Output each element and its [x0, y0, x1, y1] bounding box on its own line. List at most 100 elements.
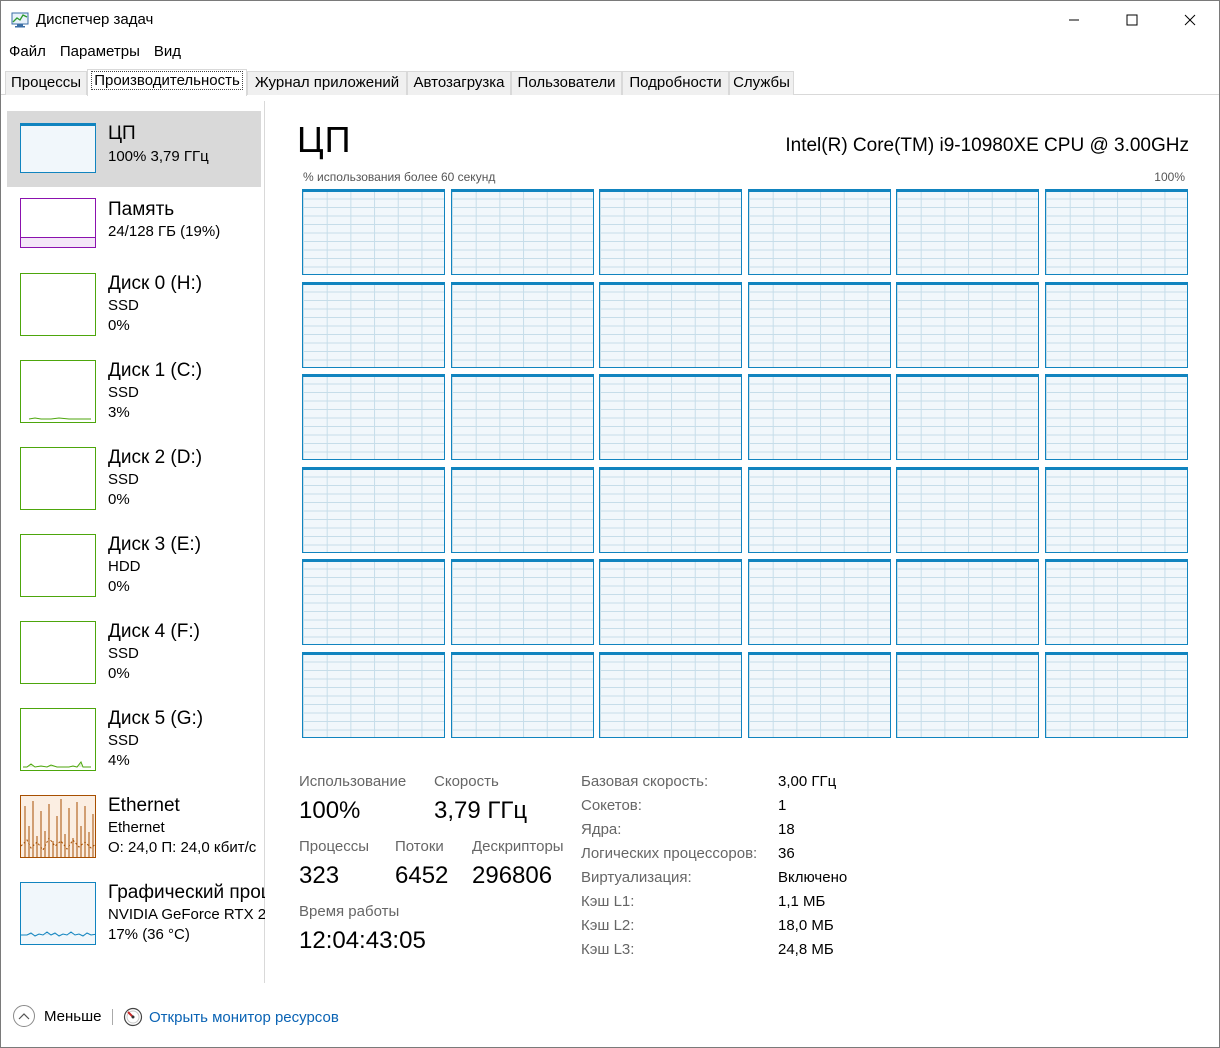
sidebar-item-type: SSD	[108, 471, 139, 488]
usage-line	[600, 190, 741, 192]
usage-value: 100%	[299, 797, 361, 824]
usage-line	[897, 375, 1038, 377]
sidebar-item-cpu[interactable]: ЦП 100% 3,79 ГГц	[7, 111, 261, 187]
usage-line	[1045, 282, 1187, 285]
ethernet-thumb	[20, 795, 96, 858]
usage-line	[897, 467, 1038, 470]
resource-monitor-label: Открыть монитор ресурсов	[149, 1008, 339, 1026]
logical-processor-graph	[302, 281, 445, 368]
threads-label: Потоки	[395, 838, 444, 855]
sidebar-item-value: 24/128 ГБ (19%)	[108, 223, 221, 240]
logical-processor-graph	[896, 559, 1039, 645]
usage-line	[748, 652, 890, 655]
resource-sidebar: ЦП 100% 3,79 ГГц Память 24/128 ГБ (19%) …	[1, 101, 265, 983]
usage-line	[303, 560, 444, 562]
tab-performance[interactable]: Производительность	[87, 69, 247, 96]
open-resource-monitor-link[interactable]: Открыть монитор ресурсов	[123, 1007, 339, 1027]
usage-line	[600, 467, 741, 470]
logical-processor-graph	[1044, 559, 1188, 645]
usage-line	[1045, 560, 1187, 562]
logical-processor-graph	[896, 189, 1039, 275]
logical-processor-graph	[599, 559, 742, 645]
logical-processor-graph	[599, 281, 742, 368]
logical-processor-graph	[450, 374, 594, 460]
sidebar-item-title: Диск 5 (G:)	[108, 708, 204, 729]
speed-value: 3,79 ГГц	[434, 797, 528, 824]
disk-thumb	[20, 621, 96, 684]
sidebar-item-disk-2[interactable]: Диск 2 (D:) SSD 0%	[7, 435, 261, 511]
sidebar-item-type: SSD	[108, 645, 139, 662]
graph-caption: % использования более 60 секунд	[303, 170, 496, 184]
sidebar-item-disk-3[interactable]: Диск 3 (E:) HDD 0%	[7, 522, 261, 598]
tab-app-history[interactable]: Журнал приложений	[247, 71, 407, 95]
prop-l2-label: Кэш L2:	[581, 917, 635, 934]
logical-processor-graph	[747, 651, 891, 738]
menu-view[interactable]: Вид	[146, 41, 187, 63]
speed-label: Скорость	[434, 773, 499, 790]
sidebar-item-memory[interactable]: Память 24/128 ГБ (19%)	[7, 187, 261, 263]
usage-line	[451, 282, 593, 285]
usage-line	[748, 560, 890, 562]
maximize-button[interactable]	[1103, 1, 1161, 39]
tab-processes[interactable]: Процессы	[5, 71, 87, 95]
sidebar-item-value: 17% (36 °C)	[108, 926, 190, 943]
prop-logical-label: Логических процессоров:	[581, 845, 758, 862]
tab-services[interactable]: Службы	[729, 71, 794, 95]
disk-thumb	[20, 534, 96, 597]
close-button[interactable]	[1161, 1, 1219, 39]
sidebar-item-disk-5[interactable]: Диск 5 (G:) SSD 4%	[7, 696, 261, 772]
page-title: ЦП	[297, 119, 352, 160]
tab-startup[interactable]: Автозагрузка	[407, 71, 511, 95]
uptime-value: 12:04:43:05	[299, 927, 426, 954]
sidebar-item-title: Память	[108, 199, 175, 220]
tab-performance-label: Производительность	[91, 71, 243, 90]
sidebar-item-disk-4[interactable]: Диск 4 (F:) SSD 0%	[7, 609, 261, 685]
minimize-button[interactable]	[1045, 1, 1103, 39]
usage-line	[897, 652, 1038, 655]
usage-line	[600, 560, 741, 562]
prop-l1-label: Кэш L1:	[581, 893, 635, 910]
prop-virtualization-value: Включено	[778, 869, 848, 886]
sidebar-item-disk-0[interactable]: Диск 0 (H:) SSD 0%	[7, 261, 261, 337]
logical-processor-graph	[302, 466, 445, 553]
minimize-icon	[1069, 19, 1079, 21]
fewer-details-button[interactable]: Меньше	[13, 1005, 101, 1027]
usage-line	[600, 282, 741, 285]
menu-options[interactable]: Параметры	[52, 41, 146, 63]
sidebar-item-gpu[interactable]: Графический процессор 0 NVIDIA GeForce R…	[7, 870, 265, 946]
sidebar-item-title: Диск 1 (C:)	[108, 360, 203, 381]
prop-base-speed-label: Базовая скорость:	[581, 773, 709, 790]
logical-processor-graph	[747, 559, 891, 645]
prop-l1-value: 1,1 МБ	[778, 893, 826, 910]
usage-line	[897, 282, 1038, 285]
cpu-thumb	[20, 123, 96, 173]
logical-processor-graph	[747, 281, 891, 368]
prop-cores-value: 18	[778, 821, 795, 838]
logical-processor-graph	[302, 189, 445, 275]
tab-details[interactable]: Подробности	[622, 71, 729, 95]
task-manager-window: Диспетчер задач Файл Параметры Вид Проце…	[0, 0, 1220, 1048]
sidebar-item-value: 100% 3,79 ГГц	[108, 148, 209, 165]
menu-file[interactable]: Файл	[1, 41, 52, 63]
sidebar-item-value: 4%	[108, 752, 130, 769]
sidebar-item-value: 0%	[108, 491, 130, 508]
tab-bar: Процессы Производительность Журнал прило…	[1, 69, 1219, 96]
close-icon	[1184, 14, 1196, 26]
maximize-icon	[1126, 14, 1138, 26]
logical-processor-graph	[1044, 281, 1188, 368]
sidebar-item-value: 0%	[108, 317, 130, 334]
usage-line	[1045, 190, 1187, 192]
sidebar-item-type: SSD	[108, 384, 139, 401]
usage-line	[600, 375, 741, 377]
logical-processor-graph	[599, 189, 742, 275]
sidebar-item-disk-1[interactable]: Диск 1 (C:) SSD 3%	[7, 348, 261, 424]
sidebar-item-ethernet[interactable]: Ethernet Ethernet О: 24,0 П: 24,0 кбит/с	[7, 783, 261, 859]
tab-users[interactable]: Пользователи	[511, 71, 622, 95]
logical-processor-graph	[302, 374, 445, 460]
prop-sockets-value: 1	[778, 797, 787, 814]
usage-line	[748, 467, 890, 470]
usage-line	[303, 282, 444, 285]
logical-processor-graph	[747, 466, 891, 553]
sidebar-item-title: Диск 0 (H:)	[108, 273, 203, 294]
logical-processor-graph	[302, 651, 445, 738]
